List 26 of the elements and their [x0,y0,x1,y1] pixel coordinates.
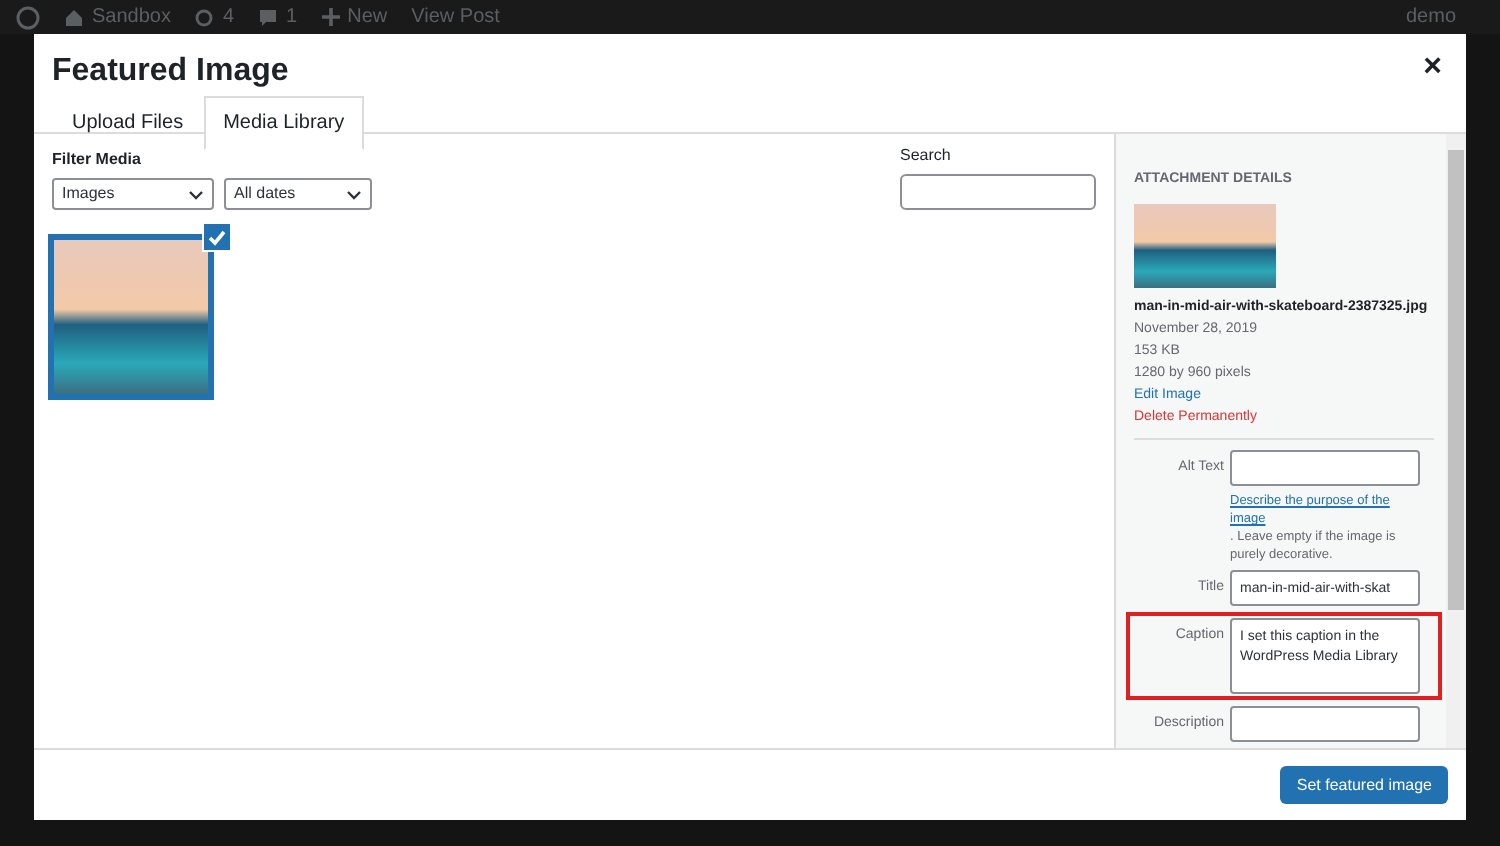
tab[interactable]: Media Library [203,96,365,150]
view-post-link[interactable]: View Post [411,2,500,32]
close-button[interactable]: × [1423,44,1442,92]
site-link[interactable]: Sandbox [92,2,171,32]
updates-count[interactable]: 4 [222,2,235,32]
new-link[interactable]: New [347,2,388,32]
input-field[interactable] [1230,706,1420,742]
dropdown[interactable]: Images [52,178,214,210]
input-field[interactable] [1230,450,1420,486]
modal-title: Featured Image [52,52,289,92]
check-icon[interactable] [202,222,232,252]
dropdown[interactable]: All dates [224,178,372,210]
comment-icon [258,7,279,27]
plus-icon [321,8,340,26]
chevron-down-icon [346,189,362,199]
home-icon [64,7,84,27]
chevron-down-icon [188,189,204,199]
search-label: Search [900,144,953,168]
photo-placeholder [1134,203,1276,288]
tab[interactable]: Upload Files [52,96,204,150]
scrollbar[interactable] [1446,134,1466,748]
set-featured-image-button[interactable]: Set featured image [1280,766,1448,804]
comments-count[interactable]: 1 [286,2,298,32]
user-name[interactable]: demo [1405,2,1456,32]
search-field[interactable] [900,174,1096,210]
filter-label: Filter Media [52,148,143,172]
